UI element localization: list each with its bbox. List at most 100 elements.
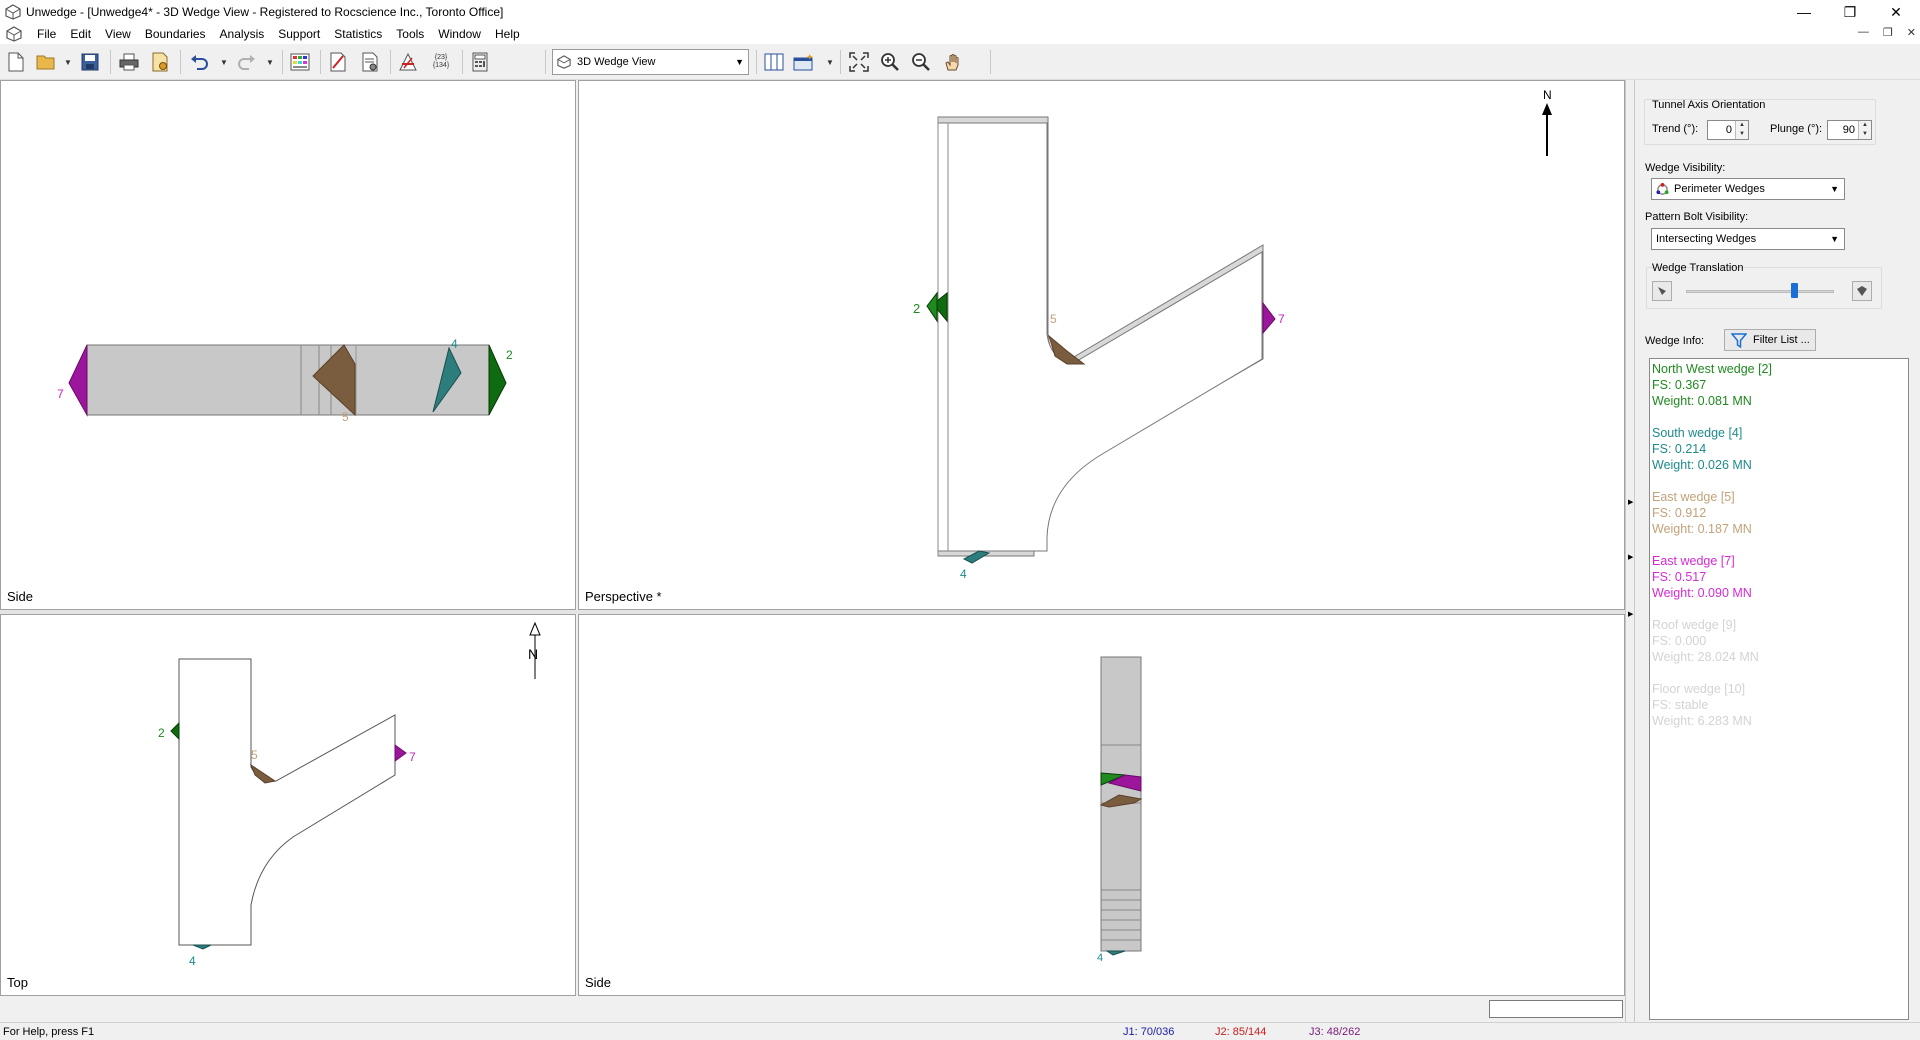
status-j2: J2: 85/144 (1215, 1026, 1267, 1038)
grid-settings-icon (290, 53, 310, 71)
wedge-info-item[interactable]: Floor wedge [10] FS: stable Weight: 6.283 … (1652, 681, 1906, 729)
trend-input[interactable]: 0 ▲ ▼ (1707, 120, 1749, 140)
open-file-button[interactable] (34, 50, 58, 74)
compute-button[interactable] (358, 50, 382, 74)
side-view-pane[interactable]: 7 2 4 5 Side (0, 80, 576, 610)
wedge-visibility-select[interactable]: Perimeter Wedges ▼ (1651, 178, 1845, 200)
undo-button[interactable] (188, 50, 212, 74)
chevron-down-icon: ▼ (1830, 184, 1839, 194)
translation-explode-button[interactable] (1852, 281, 1872, 301)
bolt-visibility-select[interactable]: Intersecting Wedges ▼ (1651, 228, 1845, 250)
plunge-input[interactable]: 90 ▲ ▼ (1827, 120, 1872, 140)
page-setup-button[interactable] (148, 50, 172, 74)
redo-dropdown-icon[interactable]: ▼ (266, 58, 274, 67)
maximize-button[interactable]: ❐ (1827, 0, 1873, 24)
top-wedge-4-label: 4 (189, 954, 196, 968)
document-icon[interactable] (6, 26, 22, 42)
joint-combinations-button[interactable] (396, 50, 420, 74)
persp-wedge-5-label: 5 (1050, 312, 1057, 326)
redo-button[interactable] (234, 50, 258, 74)
project-settings-button[interactable] (288, 50, 312, 74)
add-view-button[interactable]: ✦ (792, 50, 816, 74)
top-wedge-5-label: 5 (251, 748, 258, 762)
persp-wedge-2-label: 2 (913, 301, 920, 316)
menu-analysis[interactable]: Analysis (213, 24, 272, 44)
status-j3: J3: 48/262 (1309, 1026, 1361, 1038)
save-button[interactable] (78, 50, 102, 74)
bolt-visibility-value: Intersecting Wedges (1656, 233, 1757, 245)
menu-support[interactable]: Support (271, 24, 327, 44)
menu-window[interactable]: Window (431, 24, 488, 44)
title-bar: Unwedge - [Unwedge4* - 3D Wedge View - R… (0, 0, 1920, 24)
zoom-extents-icon (849, 52, 869, 72)
print-button[interactable] (117, 50, 141, 74)
close-button[interactable]: ✕ (1873, 0, 1919, 24)
translation-slider-track[interactable] (1686, 290, 1834, 293)
tunnel-axis-title: Tunnel Axis Orientation (1652, 99, 1766, 111)
open-dropdown-icon[interactable]: ▼ (64, 58, 72, 67)
menu-file[interactable]: File (30, 24, 63, 44)
wedge-translation-label: Wedge Translation (1652, 262, 1744, 274)
zoom-all-button[interactable] (847, 50, 871, 74)
menu-tools[interactable]: Tools (389, 24, 431, 44)
zoom-in-button[interactable] (878, 50, 902, 74)
perspective-view-drawing: N 2 7 5 4 (913, 88, 1552, 581)
add-view-dropdown-icon[interactable]: ▼ (826, 58, 834, 67)
wedge-info-item[interactable]: East wedge [5] FS: 0.912 Weight: 0.187 MN (1652, 489, 1906, 537)
progress-box (1489, 1000, 1623, 1018)
compute-icon (362, 52, 378, 72)
splitter-arrow-icon[interactable]: ▶ (1628, 553, 1633, 561)
zoom-in-icon (881, 53, 899, 71)
menu-edit[interactable]: Edit (63, 24, 98, 44)
menu-view[interactable]: View (98, 24, 138, 44)
zoom-out-button[interactable] (909, 50, 933, 74)
print-icon (119, 53, 139, 71)
input-data-button[interactable] (326, 50, 350, 74)
undo-dropdown-icon[interactable]: ▼ (220, 58, 228, 67)
translation-slider-thumb[interactable] (1791, 283, 1799, 298)
translation-explode-icon (1857, 286, 1867, 296)
new-file-button[interactable] (4, 50, 28, 74)
wedge-info-weight: Weight: 0.026 MN (1652, 458, 1752, 472)
mdi-close-button[interactable]: ✕ (1907, 26, 1916, 39)
stats-count-top: {23} (434, 54, 448, 61)
north-label-top: N (528, 646, 538, 662)
wedge-visibility-label: Wedge Visibility: (1645, 162, 1726, 174)
mdi-restore-button[interactable]: ❐ (1883, 26, 1893, 39)
side-view-2-pane[interactable]: 4 Side (578, 614, 1625, 996)
wedge-info-fs: FS: 0.912 (1652, 506, 1707, 520)
toolbar: ▼ ▼ ▼ {23} {134} 3D Wedge View ▼ ✦ ▼ (0, 44, 1920, 80)
plunge-spinner-icon[interactable]: ▲ ▼ (1858, 121, 1871, 139)
view-select[interactable]: 3D Wedge View ▼ (552, 49, 749, 75)
wedge-info-item[interactable]: South wedge [4] FS: 0.214 Weight: 0.026 MN (1652, 425, 1906, 473)
splitter-arrow-icon[interactable]: ▶ (1628, 498, 1633, 506)
side-panel-toggle-button[interactable] (762, 50, 786, 74)
app-icon (5, 4, 21, 20)
info-viewer-button[interactable] (468, 50, 492, 74)
perspective-view-pane[interactable]: N 2 7 5 4 Perspective * (578, 80, 1625, 610)
window-title: Unwedge - [Unwedge4* - 3D Wedge View - R… (26, 5, 504, 19)
menu-help[interactable]: Help (488, 24, 527, 44)
vertical-splitter[interactable]: ▶ ▶ ▶ (1625, 80, 1634, 1022)
wedge-info-name: Floor wedge [10] (1652, 682, 1746, 696)
wedge-info-item[interactable]: East wedge [7] FS: 0.517 Weight: 0.090 MN (1652, 553, 1906, 601)
minimize-button[interactable]: — (1781, 0, 1827, 24)
wedge-info-item[interactable]: Roof wedge [9] FS: 0.000 Weight: 28.024 MN (1652, 617, 1906, 665)
input-data-icon (330, 52, 346, 72)
combination-statistics-button[interactable]: {23} {134} (426, 50, 456, 74)
splitter-arrow-icon[interactable]: ▶ (1628, 610, 1633, 618)
pan-button[interactable] (940, 50, 964, 74)
side-view-2-drawing: 4 (1097, 656, 1143, 964)
wedge-info-name: North West wedge [2] (1652, 362, 1772, 376)
mdi-minimize-button[interactable]: — (1858, 26, 1869, 39)
wedge-info-list: North West wedge [2] FS: 0.367 Weight: 0.0… (1649, 358, 1909, 1020)
top-view-pane[interactable]: N 2 7 5 4 Top (0, 614, 576, 996)
side-wedge-7-label: 7 (57, 387, 64, 401)
wedge-info-weight: Weight: 0.081 MN (1652, 394, 1752, 408)
translation-reset-button[interactable] (1652, 281, 1672, 301)
trend-spinner-icon[interactable]: ▲ ▼ (1735, 121, 1748, 139)
menu-boundaries[interactable]: Boundaries (138, 24, 213, 44)
wedge-info-item[interactable]: North West wedge [2] FS: 0.367 Weight: 0.0… (1652, 361, 1906, 409)
menu-statistics[interactable]: Statistics (327, 24, 389, 44)
filter-list-button[interactable]: Filter List ... (1724, 329, 1816, 351)
